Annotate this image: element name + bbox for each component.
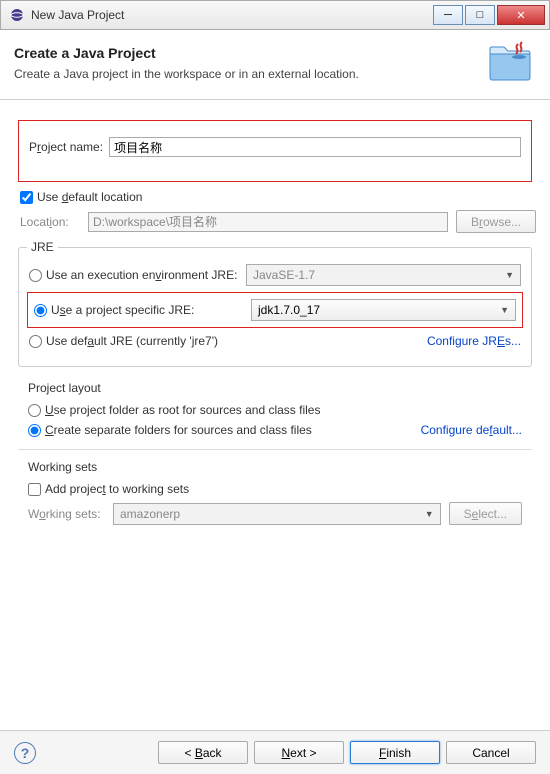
exec-env-radio[interactable] — [29, 269, 42, 282]
chevron-down-icon: ▼ — [500, 305, 509, 315]
page-title: Create a Java Project — [14, 45, 476, 61]
specific-jre-radio[interactable] — [34, 304, 47, 317]
create-separate-folders-label: Create separate folders for sources and … — [45, 423, 421, 437]
next-button[interactable]: Next > — [254, 741, 344, 764]
project-name-input[interactable] — [109, 137, 521, 157]
help-button[interactable]: ? — [14, 742, 36, 764]
location-label: Location: — [20, 215, 80, 229]
titlebar: New Java Project ─ □ ✕ — [0, 0, 550, 30]
exec-env-select: JavaSE-1.7▼ — [246, 264, 521, 286]
project-layout-legend: Project layout — [28, 381, 522, 395]
cancel-button[interactable]: Cancel — [446, 741, 536, 764]
add-to-working-sets-checkbox[interactable] — [28, 483, 41, 496]
configure-default-link[interactable]: Configure default... — [421, 423, 522, 437]
location-input — [88, 212, 448, 232]
default-jre-label: Use default JRE (currently 'jre7') — [46, 334, 427, 348]
project-name-label: Project name: — [29, 140, 103, 154]
exec-env-label: Use an execution environment JRE: — [46, 268, 246, 282]
working-sets-select: amazonerp▼ — [113, 503, 441, 525]
default-jre-radio[interactable] — [29, 335, 42, 348]
chevron-down-icon: ▼ — [425, 509, 434, 519]
working-sets-label: Working sets: — [28, 507, 113, 521]
add-to-working-sets-label: Add project to working sets — [45, 482, 189, 496]
back-button[interactable]: < Back — [158, 741, 248, 764]
configure-jres-link[interactable]: Configure JREs... — [427, 334, 521, 348]
use-project-folder-radio[interactable] — [28, 404, 41, 417]
jre-legend: JRE — [27, 240, 58, 254]
jre-group: JRE Use an execution environment JRE: Ja… — [18, 247, 532, 367]
maximize-button[interactable]: □ — [465, 5, 495, 25]
wizard-footer: ? < Back Next > Finish Cancel — [0, 730, 550, 774]
select-working-sets-button: Select... — [449, 502, 522, 525]
eclipse-icon — [9, 7, 25, 23]
project-name-highlight: Project name: — [18, 120, 532, 182]
working-sets-legend: Working sets — [28, 460, 522, 474]
finish-button[interactable]: Finish — [350, 741, 440, 764]
window-title: New Java Project — [31, 8, 431, 22]
use-project-folder-label: Use project folder as root for sources a… — [45, 403, 320, 417]
chevron-down-icon: ▼ — [505, 270, 514, 280]
use-default-location-label: Use default location — [37, 190, 142, 204]
specific-jre-label: Use a project specific JRE: — [51, 303, 251, 317]
minimize-button[interactable]: ─ — [433, 5, 463, 25]
folder-java-icon — [486, 40, 536, 85]
wizard-content: Project name: Use default location Locat… — [0, 100, 550, 541]
specific-jre-select[interactable]: jdk1.7.0_17▼ — [251, 299, 516, 321]
working-sets-group: Working sets Add project to working sets… — [18, 460, 532, 525]
close-button[interactable]: ✕ — [497, 5, 545, 25]
specific-jre-highlight: Use a project specific JRE: jdk1.7.0_17▼ — [27, 292, 523, 328]
use-default-location-checkbox[interactable] — [20, 191, 33, 204]
page-description: Create a Java project in the workspace o… — [14, 67, 476, 81]
project-layout-group: Project layout Use project folder as roo… — [18, 381, 532, 437]
create-separate-folders-radio[interactable] — [28, 424, 41, 437]
browse-button: Browse... — [456, 210, 536, 233]
wizard-header: Create a Java Project Create a Java proj… — [0, 30, 550, 100]
